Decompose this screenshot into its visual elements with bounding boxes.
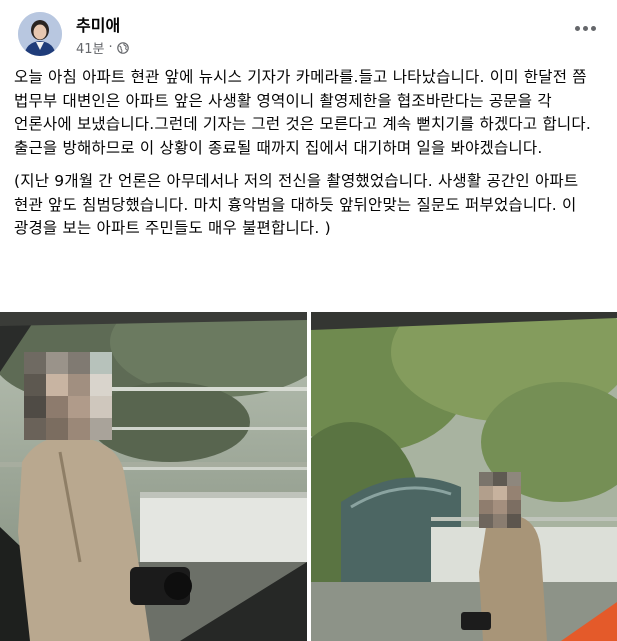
post-header: 추미애 41분 · xyxy=(14,8,604,60)
photo-right[interactable] xyxy=(311,312,617,641)
meta-separator: · xyxy=(108,40,113,55)
author-name[interactable]: 추미애 xyxy=(76,12,120,36)
post-paragraph-1: 오늘 아침 아파트 현관 앞에 뉴시스 기자가 카메라를.들고 나타났습니다. … xyxy=(14,68,591,157)
photo-left[interactable] xyxy=(0,312,307,641)
profile-photo xyxy=(18,12,62,56)
post-paragraph-2: (지난 9개월 간 언론은 아무데서나 저의 전신을 촬영했었습니다. 사생활 … xyxy=(14,172,579,237)
more-options-icon[interactable] xyxy=(570,18,600,38)
globe-icon xyxy=(116,41,129,54)
photo-grid xyxy=(0,312,617,641)
post-body: 오늘 아침 아파트 현관 앞에 뉴시스 기자가 카메라를.들고 나타났습니다. … xyxy=(14,66,608,251)
post-meta: 41분 · xyxy=(76,38,129,57)
avatar[interactable] xyxy=(18,12,62,56)
post-time[interactable]: 41분 xyxy=(76,38,105,57)
